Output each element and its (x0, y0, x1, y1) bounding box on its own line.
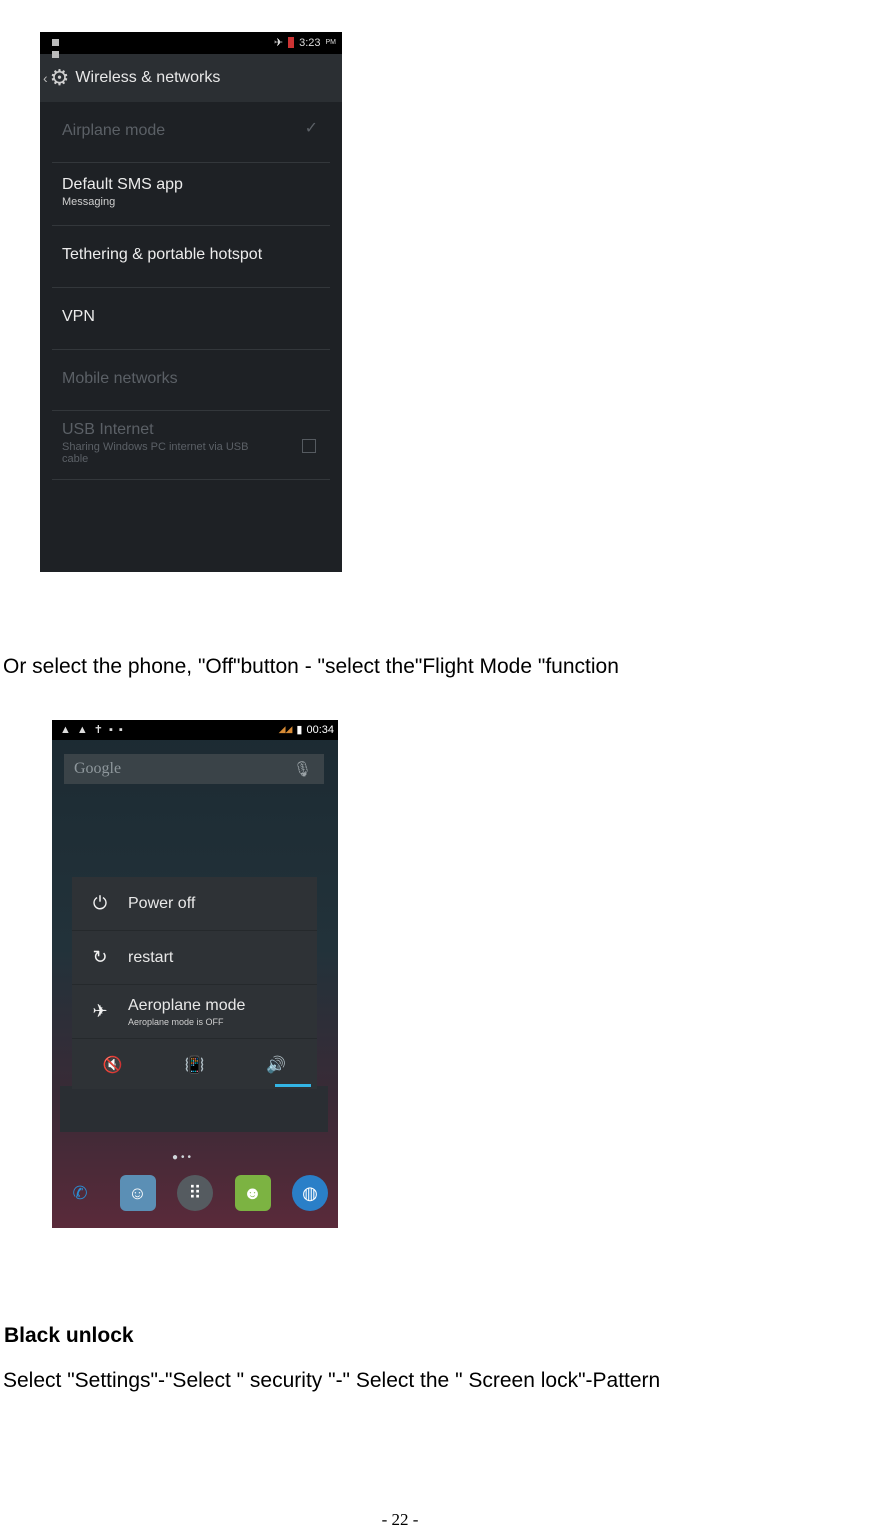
menu-item-subtitle: Aeroplane mode is OFF (128, 1016, 224, 1027)
widget-strip (60, 1086, 328, 1132)
action-bar[interactable]: ‹ ⚙ Wireless & networks (40, 54, 342, 102)
mic-icon[interactable]: 🎙 (293, 760, 312, 779)
page-indicator: ●•• (172, 1152, 195, 1163)
menu-item-power-off[interactable]: ⏻ Power off (72, 877, 317, 931)
setting-mobile-networks[interactable]: Mobile networks (52, 350, 330, 411)
power-icon: ⏻ (92, 893, 108, 913)
status-time: 00:34 (306, 723, 334, 736)
search-placeholder: Google (74, 760, 122, 777)
menu-item-aeroplane-mode[interactable]: ✈ Aeroplane mode Aeroplane mode is OFF (72, 985, 317, 1039)
setting-title: Airplane mode (62, 122, 166, 139)
setting-title: Tethering & portable hotspot (62, 246, 263, 263)
sound-mode-row: 🔇 📳 🔊 (72, 1039, 317, 1091)
phone-icon[interactable]: ✆ (62, 1175, 98, 1211)
airplane-icon: ✈ (92, 1001, 108, 1021)
contacts-icon[interactable]: ☺ (119, 1175, 156, 1211)
active-indicator (275, 1084, 311, 1087)
browser-icon[interactable]: ◍ (292, 1175, 328, 1211)
menu-item-label: Aeroplane mode (128, 996, 246, 1014)
setting-title: Default SMS app (62, 176, 183, 193)
menu-item-label: Power off (128, 894, 196, 912)
page-number: - 22 - (381, 1510, 419, 1529)
status-time: 3:23 (299, 36, 321, 49)
setting-default-sms-app[interactable]: Default SMS app Messaging (52, 163, 330, 226)
setting-vpn[interactable]: VPN (52, 288, 330, 350)
status-bar: ✈ 3:23 PM (40, 32, 342, 58)
setting-subtitle: Sharing Windows PC internet via USB cabl… (62, 441, 249, 465)
messaging-icon[interactable]: ☻ (234, 1175, 271, 1211)
battery-icon (288, 37, 295, 48)
checkmark-icon[interactable]: ✓ (305, 118, 318, 138)
setting-title: VPN (62, 308, 95, 325)
gear-icon: ⚙ (49, 65, 70, 90)
status-ampm: PM (325, 39, 337, 46)
instruction-text: Or select the phone, "Off"button - "sele… (3, 655, 619, 678)
notification-icons: ▲▲✝▪▪ (60, 724, 129, 736)
setting-title: USB Internet (62, 421, 154, 438)
app-drawer-icon[interactable]: ⠿ (177, 1175, 213, 1211)
setting-tethering-hotspot[interactable]: Tethering & portable hotspot (52, 226, 330, 288)
vibrate-icon[interactable]: 📳 (185, 1055, 205, 1075)
power-menu-screenshot: ▲▲✝▪▪ ◢◢ ▮ 00:34 Google 🎙 ⏻ Power off ↻ … (52, 720, 338, 1228)
menu-item-restart[interactable]: ↻ restart (72, 931, 317, 985)
airplane-icon: ✈ (273, 37, 284, 49)
section-heading: Black unlock (4, 1324, 134, 1347)
checkbox[interactable] (302, 439, 316, 453)
signal-icon: ◢◢ (278, 724, 293, 734)
google-search-bar[interactable]: Google 🎙 (64, 754, 324, 784)
setting-airplane-mode[interactable]: Airplane mode ✓ (52, 102, 330, 163)
notification-icons (52, 37, 74, 58)
setting-subtitle: Messaging (62, 196, 116, 208)
sound-icon[interactable]: 🔊 (266, 1055, 286, 1075)
instruction-text: Select "Settings"-"Select " security "-"… (3, 1369, 661, 1392)
chevron-left-icon[interactable]: ‹ (43, 70, 48, 86)
setting-usb-internet[interactable]: USB Internet Sharing Windows PC internet… (52, 411, 330, 480)
page-title: Wireless & networks (75, 69, 221, 86)
menu-item-label: restart (128, 948, 174, 966)
silent-icon[interactable]: 🔇 (103, 1055, 123, 1075)
wireless-networks-screenshot: ✈ 3:23 PM ‹ ⚙ Wireless & networks Airplan… (40, 32, 342, 572)
status-bar: ▲▲✝▪▪ ◢◢ ▮ 00:34 (52, 720, 338, 740)
battery-icon: ▮ (296, 724, 303, 736)
hotseat: ✆ ☺ ⠿ ☻ ◍ (62, 1175, 328, 1211)
setting-title: Mobile networks (62, 370, 178, 387)
power-menu: ⏻ Power off ↻ restart ✈ Aeroplane mode A… (72, 877, 317, 1089)
restart-icon: ↻ (92, 947, 108, 967)
